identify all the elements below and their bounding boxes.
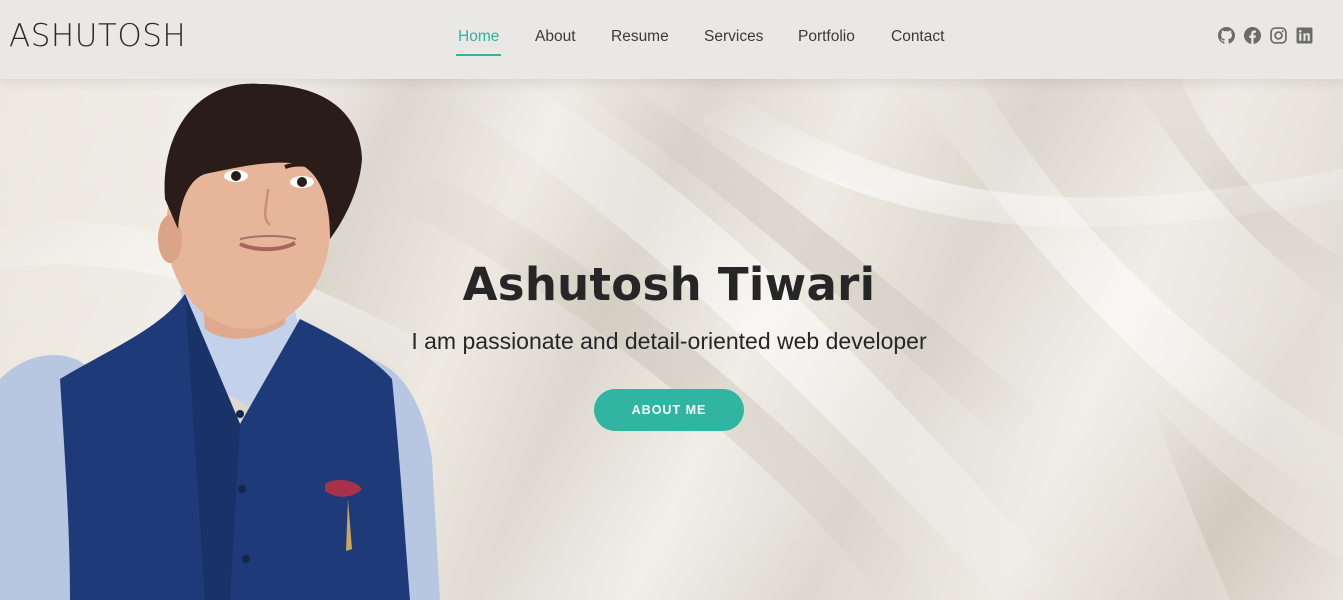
hero-section: Ashutosh Tiwari I am passionate and deta… xyxy=(0,79,1343,600)
main-nav: Home About Resume Services Portfolio Con… xyxy=(0,0,1343,79)
nav-resume[interactable]: Resume xyxy=(611,27,669,47)
nav-portfolio[interactable]: Portfolio xyxy=(798,27,855,47)
facebook-icon[interactable] xyxy=(1243,26,1261,44)
hero-name: Ashutosh Tiwari xyxy=(462,258,876,311)
site-header: ASHUTOSH Home About Resume Services Port… xyxy=(0,0,1343,79)
linkedin-icon[interactable] xyxy=(1295,26,1313,44)
nav-services[interactable]: Services xyxy=(704,27,763,47)
hero-tagline: I am passionate and detail-oriented web … xyxy=(411,328,927,354)
about-me-button[interactable]: ABOUT ME xyxy=(594,389,744,431)
social-links xyxy=(1217,26,1313,44)
instagram-icon[interactable] xyxy=(1269,26,1287,44)
github-icon[interactable] xyxy=(1217,26,1235,44)
nav-about[interactable]: About xyxy=(535,27,576,47)
nav-home[interactable]: Home xyxy=(455,27,502,56)
nav-contact[interactable]: Contact xyxy=(891,27,944,47)
